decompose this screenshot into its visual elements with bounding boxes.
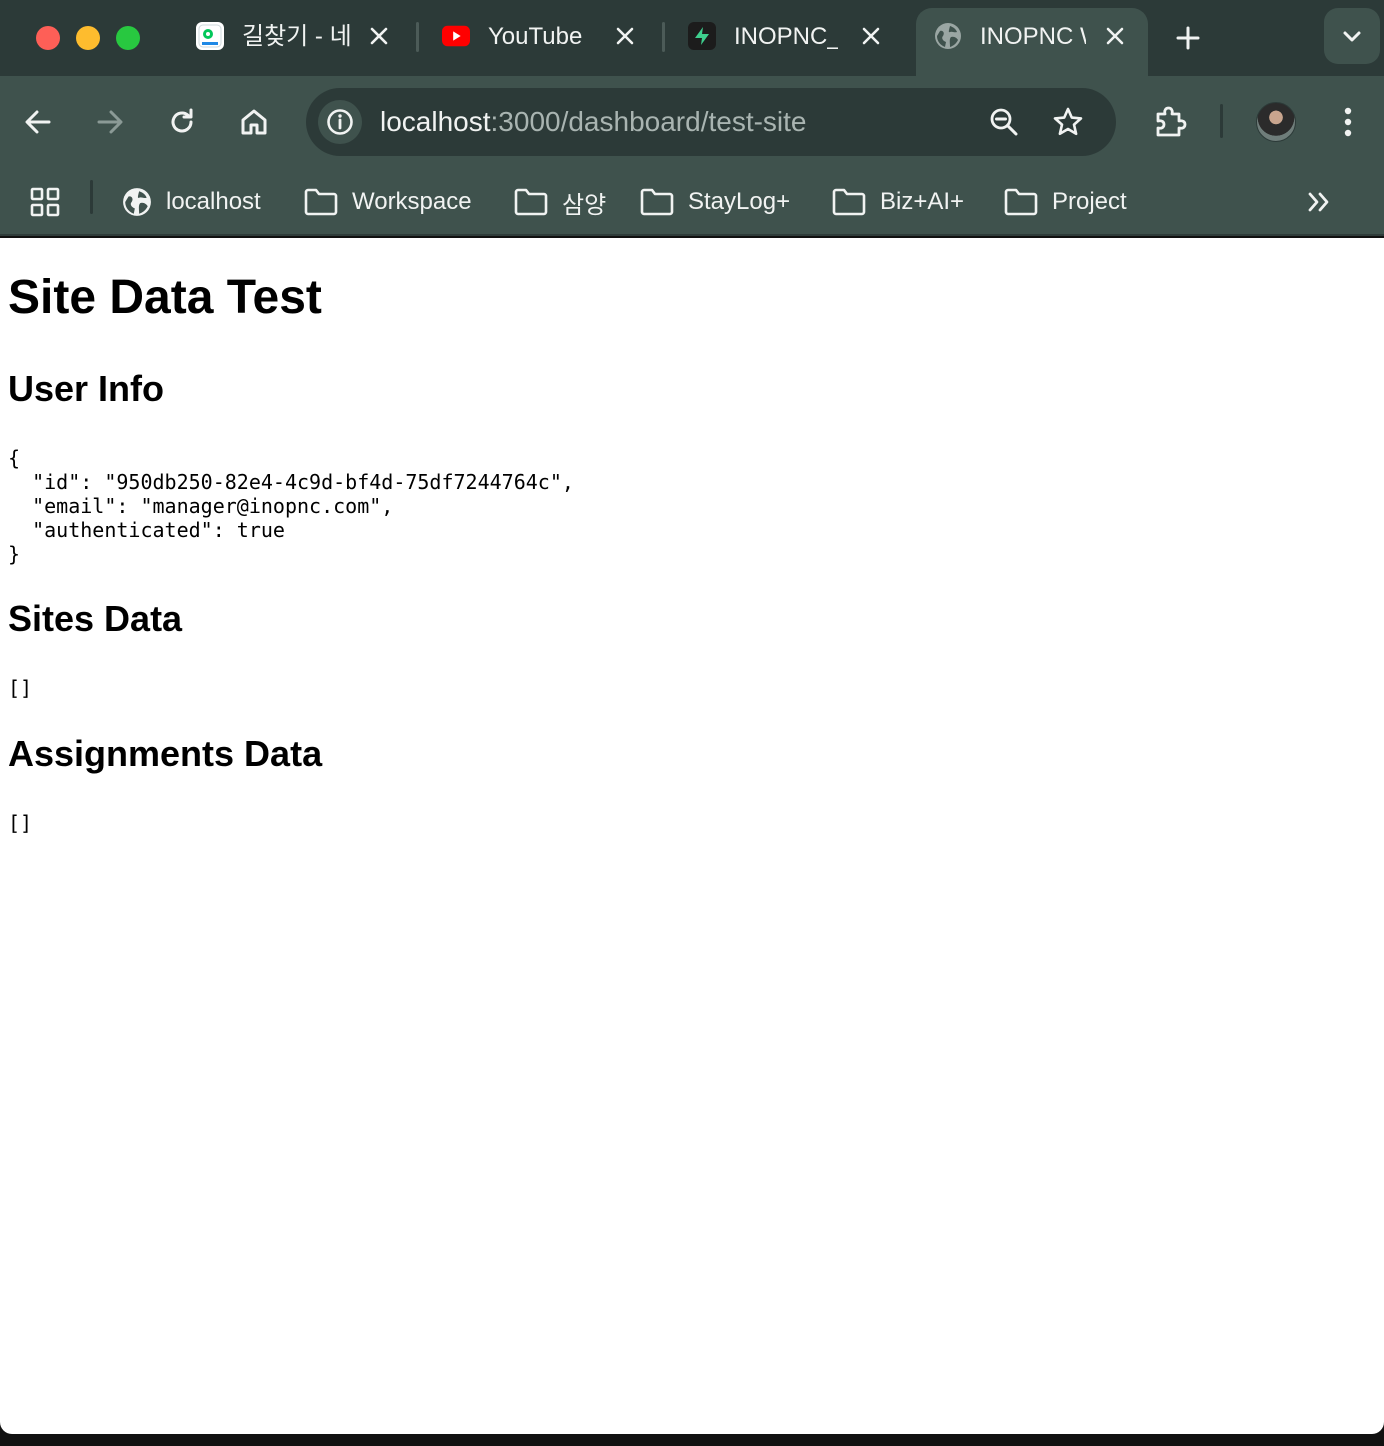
forward-button[interactable] [90, 102, 130, 142]
tab-inopnc-supabase[interactable]: INOPNC_ [688, 8, 898, 76]
apps-grid-icon [30, 187, 60, 217]
home-icon [241, 109, 267, 135]
page-title: Site Data Test [8, 271, 322, 324]
toolbar-divider [1220, 104, 1223, 138]
star-icon [1053, 107, 1083, 136]
arrow-right-icon [97, 110, 123, 134]
bookmark-label: Workspace [352, 188, 472, 215]
bookmark-star-button[interactable] [1048, 102, 1088, 142]
chevron-down-icon [1343, 31, 1361, 42]
browser-toolbar: localhost:3000/dashboard/test-site [0, 76, 1384, 168]
reload-button[interactable] [162, 102, 202, 142]
window-minimize-button[interactable] [76, 26, 100, 50]
tab-naver-map[interactable]: 길찾기 - 네 [196, 8, 406, 76]
url-path: :3000/dashboard/test-site [490, 106, 807, 137]
globe-icon [123, 188, 151, 216]
browser-menu-button[interactable] [1328, 102, 1368, 142]
arrow-left-icon [25, 110, 51, 134]
naver-map-icon [196, 22, 224, 50]
double-chevron-right-icon [1308, 192, 1329, 212]
zoom-button[interactable] [984, 102, 1024, 142]
kebab-menu-icon [1344, 107, 1352, 137]
bookmark-label: Biz+AI+ [880, 188, 965, 215]
url-text[interactable]: localhost:3000/dashboard/test-site [380, 106, 807, 138]
plus-icon [1176, 26, 1200, 50]
bookmark-folder-staylog[interactable]: StayLog+ [640, 182, 790, 222]
close-icon[interactable] [364, 21, 394, 51]
info-icon [327, 109, 353, 135]
folder-icon [832, 188, 866, 216]
youtube-icon [442, 22, 470, 50]
tab-title: INOPNC_ [734, 23, 838, 50]
puzzle-icon [1156, 106, 1187, 137]
tab-title: 길찾기 - 네 [242, 23, 350, 50]
tab-strip: 길찾기 - 네 YouTube INOPNC_ INOPNC W [0, 0, 1384, 76]
bookmark-label: Project [1052, 188, 1127, 215]
globe-icon [934, 22, 962, 50]
address-bar[interactable]: localhost:3000/dashboard/test-site [306, 88, 1116, 156]
bookmark-folder-samyang[interactable]: 삼양 [514, 182, 606, 222]
extensions-button[interactable] [1150, 102, 1190, 142]
reload-icon [171, 108, 193, 133]
bookmarks-overflow-button[interactable] [1306, 182, 1346, 222]
bookmark-label: localhost [166, 188, 261, 215]
page-content: Site Data Test User Info { "id": "950db2… [0, 238, 1384, 1434]
tab-youtube[interactable]: YouTube [442, 8, 652, 76]
bookmark-localhost[interactable]: localhost [122, 182, 261, 222]
close-icon[interactable] [1100, 21, 1130, 51]
close-icon[interactable] [856, 21, 886, 51]
url-host: localhost [380, 106, 491, 137]
bookmark-label: StayLog+ [688, 188, 791, 215]
assignments-data-json: [] [8, 811, 33, 835]
tab-search-button[interactable] [1324, 8, 1380, 64]
home-button[interactable] [234, 102, 274, 142]
tab-separator [416, 22, 419, 52]
bookmarks-divider [90, 180, 93, 214]
tab-separator [662, 22, 665, 52]
window-close-button[interactable] [36, 26, 60, 50]
tab-title: YouTube [488, 23, 583, 50]
zoom-out-icon [990, 108, 1018, 136]
window-zoom-button[interactable] [116, 26, 140, 50]
bookmark-folder-project[interactable]: Project [1004, 182, 1127, 222]
back-button[interactable] [18, 102, 58, 142]
site-info-button[interactable] [318, 100, 362, 144]
folder-icon [640, 188, 674, 216]
close-icon[interactable] [610, 21, 640, 51]
bookmarks-bar: localhost Workspace 삼양 StayLog+ Biz+AI+ … [0, 168, 1384, 236]
bookmark-folder-workspace[interactable]: Workspace [304, 182, 472, 222]
bookmark-folder-bizai[interactable]: Biz+AI+ [832, 182, 964, 222]
tab-title: INOPNC W [980, 23, 1086, 50]
sites-data-heading: Sites Data [8, 598, 183, 639]
folder-icon [1004, 188, 1038, 216]
assignments-data-heading: Assignments Data [8, 733, 323, 774]
user-info-heading: User Info [8, 368, 165, 409]
folder-icon [514, 188, 548, 216]
user-info-json: { "id": "950db250-82e4-4c9d-bf4d-75df724… [8, 446, 574, 566]
supabase-icon [688, 22, 716, 50]
new-tab-button[interactable] [1170, 20, 1206, 56]
profile-avatar[interactable] [1256, 102, 1296, 142]
bookmark-label: 삼양 [562, 191, 607, 219]
sites-data-json: [] [8, 676, 33, 700]
apps-button[interactable] [30, 182, 74, 222]
tab-inopnc-active[interactable]: INOPNC W [916, 8, 1148, 76]
folder-icon [304, 188, 338, 216]
